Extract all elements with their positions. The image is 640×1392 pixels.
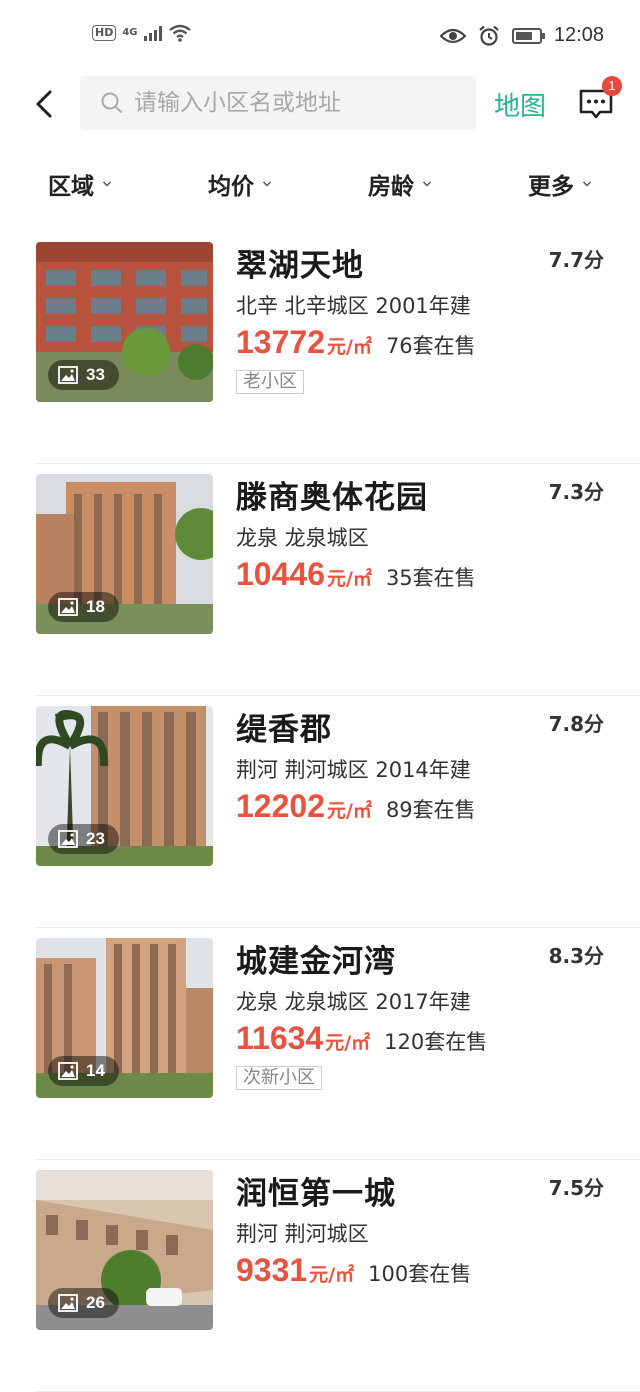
filter-region[interactable]: 区域 (0, 156, 160, 212)
message-badge: 1 (602, 76, 622, 96)
list-item[interactable]: 33 翠湖天地 7.7分 北辛 北辛城区 2001年建 13772 元/㎡ 76… (0, 232, 640, 464)
community-location: 荆河 荆河城区 (236, 1222, 369, 1246)
filter-label: 房龄 (368, 174, 414, 200)
community-photo[interactable]: 33 (36, 242, 213, 402)
back-icon[interactable] (28, 84, 64, 124)
price-unit: 元/㎡ (309, 1264, 355, 1286)
price-row: 9331 元/㎡ 100套在售 (236, 1252, 471, 1289)
community-name: 城建金河湾 (236, 944, 396, 980)
status-right: 12:08 (439, 24, 604, 47)
community-location: 龙泉 龙泉城区 2017年建 (236, 990, 471, 1014)
photo-count: 23 (86, 829, 105, 848)
filter-label: 均价 (208, 174, 254, 200)
price-row: 11634 元/㎡ 120套在售 (236, 1020, 487, 1057)
community-name: 滕商奥体花园 (236, 480, 428, 516)
community-name: 缇香郡 (236, 712, 332, 748)
on-sale-count: 89套在售 (385, 798, 476, 822)
image-icon (58, 366, 78, 384)
filter-label: 区域 (48, 174, 94, 200)
photo-count-badge: 18 (48, 592, 119, 622)
average-price: 10446 (236, 556, 325, 592)
status-left: HD 4G (92, 24, 192, 42)
photo-count: 26 (86, 1293, 105, 1312)
community-photo[interactable]: 14 (36, 938, 213, 1098)
community-photo[interactable]: 23 (36, 706, 213, 866)
header: 地图 (0, 72, 640, 136)
average-price: 12202 (236, 788, 325, 824)
signal-icon (143, 25, 162, 41)
on-sale-count: 100套在售 (368, 1262, 472, 1286)
community-tag: 次新小区 (236, 1066, 322, 1090)
photo-count-badge: 26 (48, 1288, 119, 1318)
average-price: 9331 (236, 1252, 308, 1288)
status-bar: HD 4G 12:08 (0, 0, 640, 72)
chevron-down-icon (422, 181, 432, 187)
list-item[interactable]: 14 城建金河湾 8.3分 龙泉 龙泉城区 2017年建 11634 元/㎡ 1… (0, 928, 640, 1160)
filter-price[interactable]: 均价 (160, 156, 320, 212)
eye-icon (439, 28, 466, 43)
filter-age[interactable]: 房龄 (320, 156, 480, 212)
image-icon (58, 1294, 78, 1312)
community-photo[interactable]: 26 (36, 1170, 213, 1330)
community-photo[interactable]: 18 (36, 474, 213, 634)
on-sale-count: 35套在售 (385, 566, 476, 590)
battery-icon (511, 27, 545, 44)
community-location: 荆河 荆河城区 2014年建 (236, 758, 471, 782)
photo-count-badge: 33 (48, 360, 119, 390)
search-input[interactable] (134, 90, 464, 116)
clock: 12:08 (553, 24, 604, 46)
community-location: 龙泉 龙泉城区 (236, 526, 369, 550)
price-unit: 元/㎡ (326, 800, 372, 822)
community-score: 7.7分 (548, 248, 604, 272)
filter-label: 更多 (528, 174, 574, 200)
price-row: 13772 元/㎡ 76套在售 (236, 324, 476, 361)
on-sale-count: 120套在售 (384, 1030, 488, 1054)
price-unit: 元/㎡ (326, 568, 372, 590)
image-icon (58, 1062, 78, 1080)
photo-count-badge: 23 (48, 824, 119, 854)
image-icon (58, 598, 78, 616)
community-score: 7.8分 (548, 712, 604, 736)
price-row: 10446 元/㎡ 35套在售 (236, 556, 476, 593)
photo-count: 33 (86, 365, 105, 384)
community-score: 8.3分 (548, 944, 604, 968)
filter-bar: 区域 均价 房龄 更多 (0, 156, 640, 212)
search-bar[interactable] (80, 76, 476, 130)
image-icon (58, 830, 78, 848)
search-icon (101, 92, 122, 113)
wifi-icon (168, 24, 191, 42)
on-sale-count: 76套在售 (385, 334, 476, 358)
price-unit: 元/㎡ (325, 1032, 371, 1054)
price-unit: 元/㎡ (326, 336, 372, 358)
community-name: 润恒第一城 (236, 1176, 396, 1212)
community-location: 北辛 北辛城区 2001年建 (236, 294, 471, 318)
average-price: 13772 (236, 324, 325, 360)
chevron-down-icon (262, 181, 272, 187)
network-type: 4G (122, 27, 138, 38)
list-item[interactable]: 23 缇香郡 7.8分 荆河 荆河城区 2014年建 12202 元/㎡ 89套… (0, 696, 640, 928)
community-name: 翠湖天地 (236, 248, 364, 284)
hd-icon: HD (92, 25, 117, 41)
community-score: 7.5分 (548, 1176, 604, 1200)
photo-count: 14 (86, 1061, 105, 1080)
chevron-down-icon (102, 181, 112, 187)
average-price: 11634 (236, 1020, 324, 1056)
map-link[interactable]: 地图 (494, 86, 546, 123)
community-tag: 老小区 (236, 370, 304, 394)
alarm-icon (479, 25, 499, 46)
photo-count: 18 (86, 597, 105, 616)
list-item[interactable]: 26 润恒第一城 7.5分 荆河 荆河城区 9331 元/㎡ 100套在售 (0, 1160, 640, 1392)
list-item[interactable]: 18 滕商奥体花园 7.3分 龙泉 龙泉城区 10446 元/㎡ 35套在售 (0, 464, 640, 696)
price-row: 12202 元/㎡ 89套在售 (236, 788, 476, 825)
chevron-down-icon (582, 181, 592, 187)
community-score: 7.3分 (548, 480, 604, 504)
photo-count-badge: 14 (48, 1056, 119, 1086)
filter-more[interactable]: 更多 (480, 156, 640, 212)
